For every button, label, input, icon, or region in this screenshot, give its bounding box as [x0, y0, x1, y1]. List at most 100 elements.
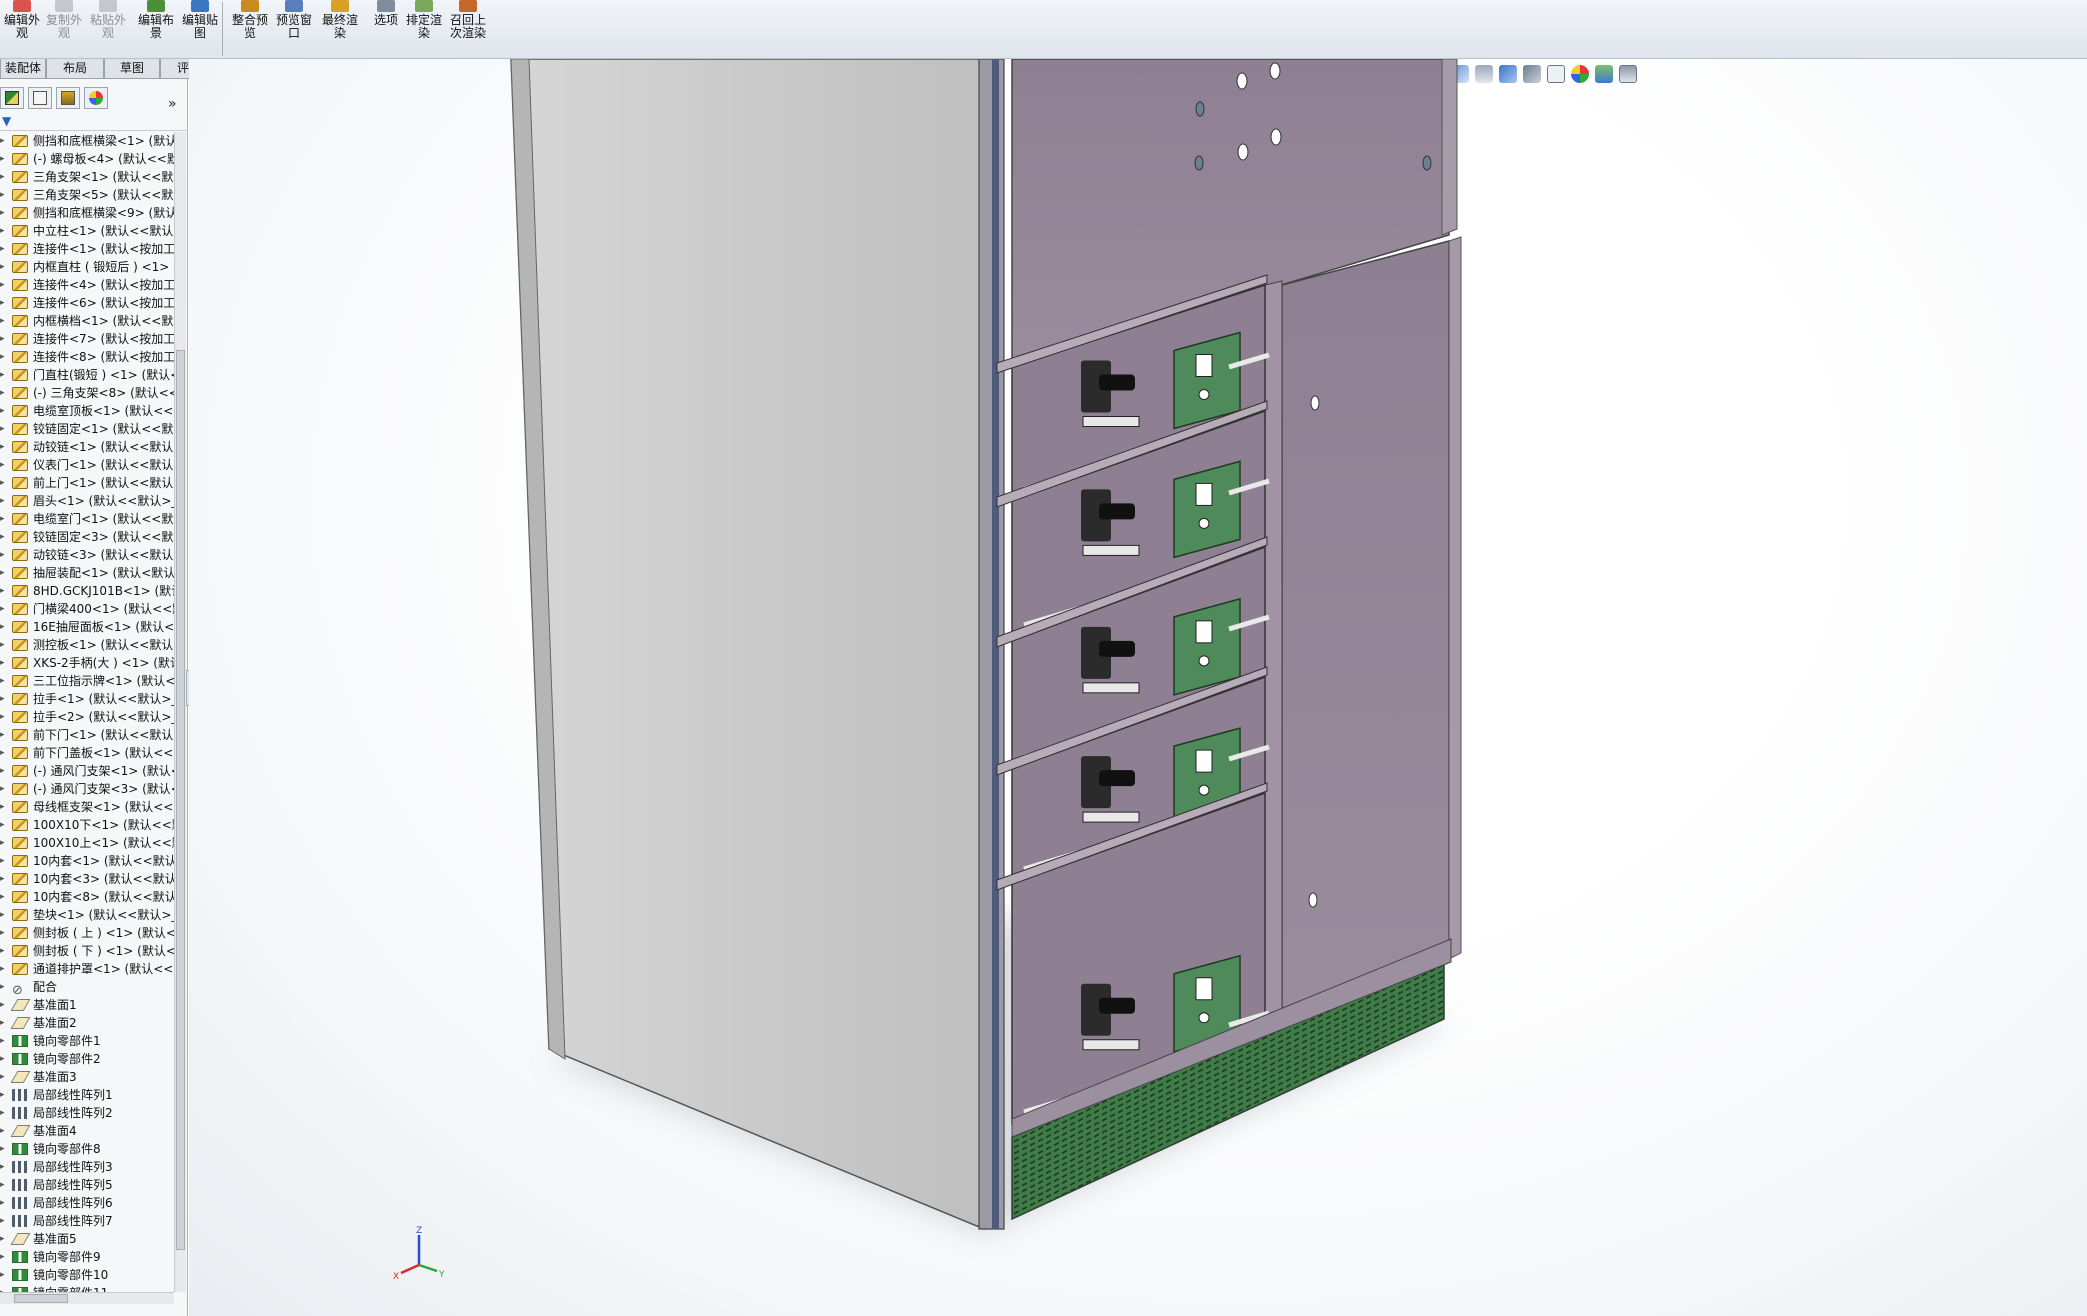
tree-item-plane[interactable]: ▸ 基准面2: [0, 1014, 174, 1032]
tree-expand-icon[interactable]: ▸: [0, 582, 8, 600]
tree-item-part[interactable]: ▸ 前下门<1> (默认<<默认>: [0, 726, 174, 744]
ribbon-button-8[interactable]: 最终渲 染: [318, 0, 362, 58]
graphics-area[interactable]: Z X Y: [189, 59, 2087, 1316]
display-manager-tab[interactable]: [84, 87, 108, 109]
tree-item-part[interactable]: ▸ 侧封板 ( 下 ) <1> (默认<: [0, 942, 174, 960]
ribbon-button-10[interactable]: 排定渲 染: [402, 0, 446, 58]
property-manager-tab[interactable]: [28, 87, 52, 109]
tree-expand-icon[interactable]: ▸: [0, 870, 8, 888]
ribbon-button-2[interactable]: 复制外 观: [42, 0, 86, 58]
ribbon-button-6[interactable]: 整合预 览: [228, 0, 272, 58]
tree-item-part[interactable]: ▸ 连接件<4> (默认<按加工: [0, 276, 174, 294]
tree-expand-icon[interactable]: ▸: [0, 816, 8, 834]
tree-item-mate[interactable]: ▸ 配合: [0, 978, 174, 996]
tree-expand-icon[interactable]: ▸: [0, 186, 8, 204]
tree-item-part[interactable]: ▸ 连接件<7> (默认<按加工: [0, 330, 174, 348]
tree-item-part[interactable]: ▸ 动铰链<1> (默认<<默认>: [0, 438, 174, 456]
tree-item-pattern[interactable]: ▸ 局部线性阵列6: [0, 1194, 174, 1212]
tree-item-part[interactable]: ▸ 动铰链<3> (默认<<默认>: [0, 546, 174, 564]
tree-item-part[interactable]: ▸ 8HD.GCKJ101B<1> (默认: [0, 582, 174, 600]
ribbon-button-11[interactable]: 召回上 次渲染: [446, 0, 490, 58]
ribbon-button-5[interactable]: 编辑贴 图: [178, 0, 222, 58]
tree-expand-icon[interactable]: ▸: [0, 132, 8, 150]
tree-item-part[interactable]: ▸ 前下门盖板<1> (默认<<默: [0, 744, 174, 762]
tree-item-part[interactable]: ▸ 10内套<3> (默认<<默认: [0, 870, 174, 888]
tree-expand-icon[interactable]: ▸: [0, 744, 8, 762]
tree-item-part[interactable]: ▸ 前上门<1> (默认<<默认>: [0, 474, 174, 492]
tree-item-part[interactable]: ▸ 眉头<1> (默认<<默认>_: [0, 492, 174, 510]
tree-item-part[interactable]: ▸ 侧挡和底框横梁<9> (默认: [0, 204, 174, 222]
tree-horizontal-scrollbar[interactable]: [0, 1292, 174, 1304]
tree-expand-icon[interactable]: ▸: [0, 420, 8, 438]
tree-expand-icon[interactable]: ▸: [0, 798, 8, 816]
tree-item-plane[interactable]: ▸ 基准面4: [0, 1122, 174, 1140]
tree-item-mirror[interactable]: ▸ 镜向零部件9: [0, 1248, 174, 1266]
tree-expand-icon[interactable]: ▸: [0, 1050, 8, 1068]
tree-item-mirror[interactable]: ▸ 镜向零部件2: [0, 1050, 174, 1068]
tree-item-part[interactable]: ▸ 通道排护罩<1> (默认<<默: [0, 960, 174, 978]
tree-item-pattern[interactable]: ▸ 局部线性阵列1: [0, 1086, 174, 1104]
tree-expand-icon[interactable]: ▸: [0, 906, 8, 924]
tree-item-part[interactable]: ▸ 连接件<6> (默认<按加工: [0, 294, 174, 312]
tree-item-part[interactable]: ▸ 侧挡和底框横梁<1> (默认: [0, 132, 174, 150]
tree-expand-icon[interactable]: ▸: [0, 690, 8, 708]
tree-item-part[interactable]: ▸ 连接件<1> (默认<按加工: [0, 240, 174, 258]
tree-expand-icon[interactable]: ▸: [0, 294, 8, 312]
tree-expand-icon[interactable]: ▸: [0, 312, 8, 330]
tree-expand-icon[interactable]: ▸: [0, 1266, 8, 1284]
tree-item-part[interactable]: ▸ 垫块<1> (默认<<默认>_: [0, 906, 174, 924]
tree-expand-icon[interactable]: ▸: [0, 150, 8, 168]
tree-expand-icon[interactable]: ▸: [0, 1176, 8, 1194]
tree-expand-icon[interactable]: ▸: [0, 1014, 8, 1032]
tree-item-part[interactable]: ▸ 门直柱(锻短 ) <1> (默认<: [0, 366, 174, 384]
tree-item-part[interactable]: ▸ 连接件<8> (默认<按加工: [0, 348, 174, 366]
tree-item-part[interactable]: ▸ 拉手<2> (默认<<默认>_: [0, 708, 174, 726]
tree-expand-icon[interactable]: ▸: [0, 672, 8, 690]
ribbon-button-4[interactable]: 编辑布 景: [134, 0, 178, 58]
tree-expand-icon[interactable]: ▸: [0, 618, 8, 636]
tree-item-part[interactable]: ▸ 三工位指示牌<1> (默认<: [0, 672, 174, 690]
tree-expand-icon[interactable]: ▸: [0, 258, 8, 276]
tree-expand-icon[interactable]: ▸: [0, 168, 8, 186]
tree-expand-icon[interactable]: ▸: [0, 1194, 8, 1212]
tree-expand-icon[interactable]: ▸: [0, 402, 8, 420]
tree-item-part[interactable]: ▸ 铰链固定<3> (默认<<默认: [0, 528, 174, 546]
tree-item-plane[interactable]: ▸ 基准面5: [0, 1230, 174, 1248]
tree-item-part[interactable]: ▸ 母线框支架<1> (默认<<默: [0, 798, 174, 816]
tree-expand-icon[interactable]: ▸: [0, 276, 8, 294]
tree-expand-icon[interactable]: ▸: [0, 474, 8, 492]
ribbon-button-1[interactable]: 编辑外 观: [0, 0, 44, 58]
tree-item-part[interactable]: ▸ 电缆室门<1> (默认<<默认: [0, 510, 174, 528]
tree-item-part[interactable]: ▸ 三角支架<1> (默认<<默认: [0, 168, 174, 186]
command-tab-1[interactable]: 装配体: [0, 59, 46, 79]
tree-expand-icon[interactable]: ▸: [0, 204, 8, 222]
tree-item-part[interactable]: ▸ 铰链固定<1> (默认<<默认: [0, 420, 174, 438]
tree-expand-icon[interactable]: ▸: [0, 834, 8, 852]
tree-item-part[interactable]: ▸ 16E抽屉面板<1> (默认<<: [0, 618, 174, 636]
tree-item-part[interactable]: ▸ (-) 通风门支架<1> (默认<: [0, 762, 174, 780]
tree-expand-icon[interactable]: ▸: [0, 546, 8, 564]
tree-expand-icon[interactable]: ▸: [0, 726, 8, 744]
tree-item-pattern[interactable]: ▸ 局部线性阵列3: [0, 1158, 174, 1176]
tree-expand-icon[interactable]: ▸: [0, 780, 8, 798]
tree-item-part[interactable]: ▸ (-) 三角支架<8> (默认<<: [0, 384, 174, 402]
tree-item-mirror[interactable]: ▸ 镜向零部件8: [0, 1140, 174, 1158]
tree-expand-icon[interactable]: ▸: [0, 348, 8, 366]
tree-item-part[interactable]: ▸ 10内套<1> (默认<<默认: [0, 852, 174, 870]
tree-expand-icon[interactable]: ▸: [0, 942, 8, 960]
tree-expand-icon[interactable]: ▸: [0, 888, 8, 906]
tree-expand-icon[interactable]: ▸: [0, 222, 8, 240]
feature-manager-tab[interactable]: [0, 87, 24, 109]
tree-expand-icon[interactable]: ▸: [0, 1212, 8, 1230]
expand-panel-icon[interactable]: »: [168, 96, 177, 112]
tree-expand-icon[interactable]: ▸: [0, 492, 8, 510]
ribbon-button-7[interactable]: 预览窗 口: [272, 0, 316, 58]
switchgear-cabinet-model[interactable]: [189, 59, 2087, 1316]
tree-expand-icon[interactable]: ▸: [0, 960, 8, 978]
tree-item-pattern[interactable]: ▸ 局部线性阵列2: [0, 1104, 174, 1122]
tree-item-mirror[interactable]: ▸ 镜向零部件10: [0, 1266, 174, 1284]
tree-expand-icon[interactable]: ▸: [0, 636, 8, 654]
tree-expand-icon[interactable]: ▸: [0, 528, 8, 546]
tree-item-part[interactable]: ▸ 侧封板 ( 上 ) <1> (默认<: [0, 924, 174, 942]
tree-expand-icon[interactable]: ▸: [0, 1248, 8, 1266]
